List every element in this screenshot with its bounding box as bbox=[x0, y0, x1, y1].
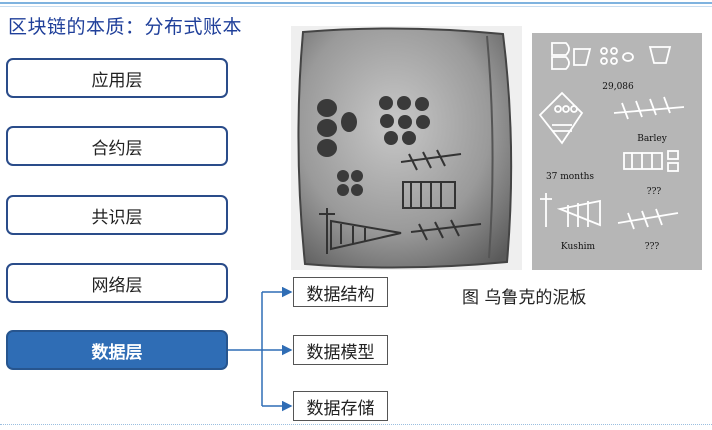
data-model-box[interactable]: 数据模型 bbox=[293, 335, 388, 365]
data-structure-box[interactable]: 数据结构 bbox=[293, 277, 388, 307]
drawing-label-months: 37 months bbox=[546, 172, 594, 182]
uruk-clay-tablet-image bbox=[291, 26, 522, 270]
drawing-label-kushim: Kushim bbox=[561, 242, 596, 252]
bottom-rule bbox=[0, 424, 712, 425]
data-storage-box[interactable]: 数据存储 bbox=[293, 391, 388, 421]
figure-caption: 图 乌鲁克的泥板 bbox=[462, 288, 587, 308]
drawing-label-barley: Barley bbox=[637, 134, 667, 144]
drawing-label-unknown-1: ??? bbox=[647, 187, 662, 197]
tablet-line-drawing: 29,086 Barley 37 months ??? Kushim ??? bbox=[532, 33, 702, 270]
drawing-label-unknown-2: ??? bbox=[645, 242, 660, 252]
drawing-label-number: 29,086 bbox=[602, 82, 634, 92]
